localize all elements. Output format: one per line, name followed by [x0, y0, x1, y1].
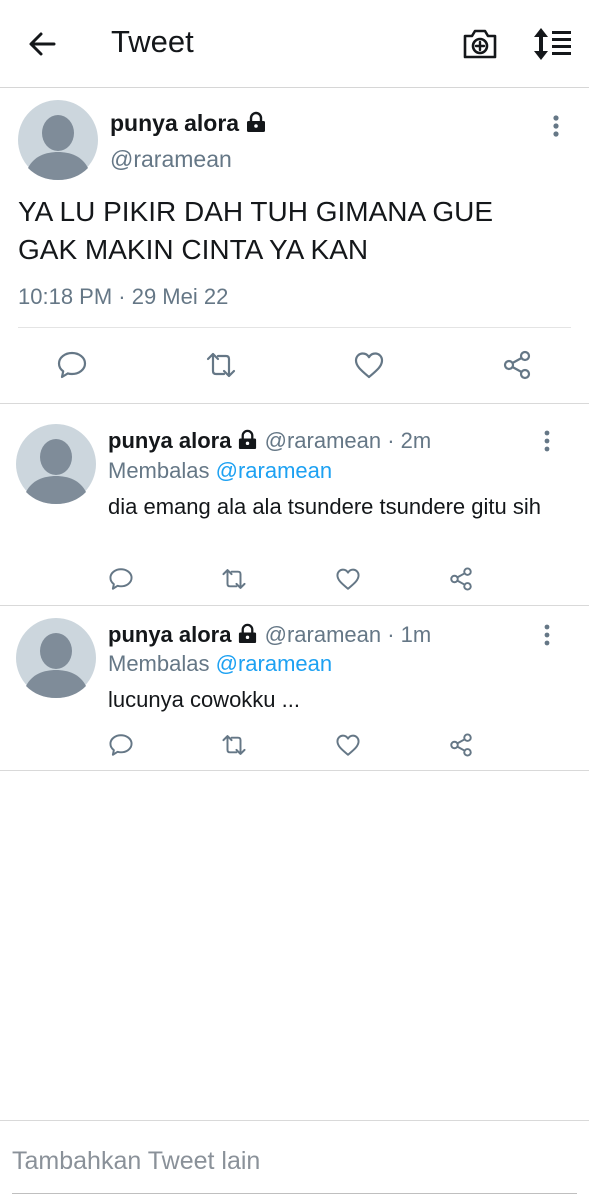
- avatar[interactable]: [18, 100, 98, 180]
- more-options-icon[interactable]: [536, 428, 558, 454]
- author-handle[interactable]: @raramean: [265, 622, 382, 647]
- tweet-composer: [0, 1120, 589, 1200]
- author-name[interactable]: punya alora: [108, 428, 231, 453]
- more-options-icon[interactable]: [536, 622, 558, 648]
- mention-link[interactable]: @raramean: [216, 458, 333, 483]
- replying-label: Membalas: [108, 651, 210, 676]
- retweet-icon[interactable]: [216, 727, 252, 763]
- reply-time: · 2m: [387, 428, 432, 453]
- camera-plus-icon[interactable]: [458, 22, 502, 66]
- more-options-icon[interactable]: [544, 112, 568, 140]
- reply-text: lucunya cowokku ...: [108, 687, 300, 712]
- tweet-timestamp[interactable]: 10:18 PM · 29 Mei 22: [18, 284, 228, 310]
- author-handle[interactable]: @raramean: [265, 428, 382, 453]
- share-icon[interactable]: [495, 343, 539, 387]
- like-icon[interactable]: [347, 343, 391, 387]
- like-icon[interactable]: [330, 727, 366, 763]
- author-handle[interactable]: @raramean: [110, 146, 232, 173]
- retweet-icon[interactable]: [199, 343, 243, 387]
- author-name[interactable]: punya alora: [110, 110, 239, 136]
- replying-label: Membalas: [108, 458, 210, 483]
- main-tweet: punya alora @raramean YA LU PIKIR DAH TU…: [0, 88, 589, 404]
- reply-icon[interactable]: [103, 561, 139, 597]
- lock-icon: [237, 429, 258, 456]
- avatar[interactable]: [16, 424, 96, 504]
- reply-icon[interactable]: [103, 727, 139, 763]
- mention-link[interactable]: @raramean: [216, 651, 333, 676]
- lock-icon: [245, 111, 267, 139]
- sort-icon[interactable]: [528, 22, 576, 66]
- reply-icon[interactable]: [50, 343, 94, 387]
- back-arrow-icon[interactable]: [20, 22, 64, 66]
- tweet-text: YA LU PIKIR DAH TUH GIMANA GUE GAK MAKIN…: [18, 196, 494, 265]
- reply-text: dia emang ala ala tsundere tsundere gitu…: [108, 494, 541, 519]
- reply-tweet[interactable]: punya alora @raramean · 1m Membalas @rar…: [0, 606, 589, 771]
- divider: [18, 327, 571, 328]
- share-icon[interactable]: [443, 727, 479, 763]
- input-underline: [12, 1193, 577, 1194]
- reply-time: · 1m: [387, 622, 432, 647]
- top-bar: Tweet: [0, 0, 589, 88]
- lock-icon: [237, 623, 258, 650]
- page-title: Tweet: [111, 24, 194, 59]
- reply-tweet[interactable]: punya alora @raramean · 2m Membalas @rar…: [0, 404, 589, 606]
- add-tweet-input[interactable]: [12, 1141, 572, 1181]
- avatar[interactable]: [16, 618, 96, 698]
- retweet-icon[interactable]: [216, 561, 252, 597]
- author-name[interactable]: punya alora: [108, 622, 231, 647]
- share-icon[interactable]: [443, 561, 479, 597]
- like-icon[interactable]: [330, 561, 366, 597]
